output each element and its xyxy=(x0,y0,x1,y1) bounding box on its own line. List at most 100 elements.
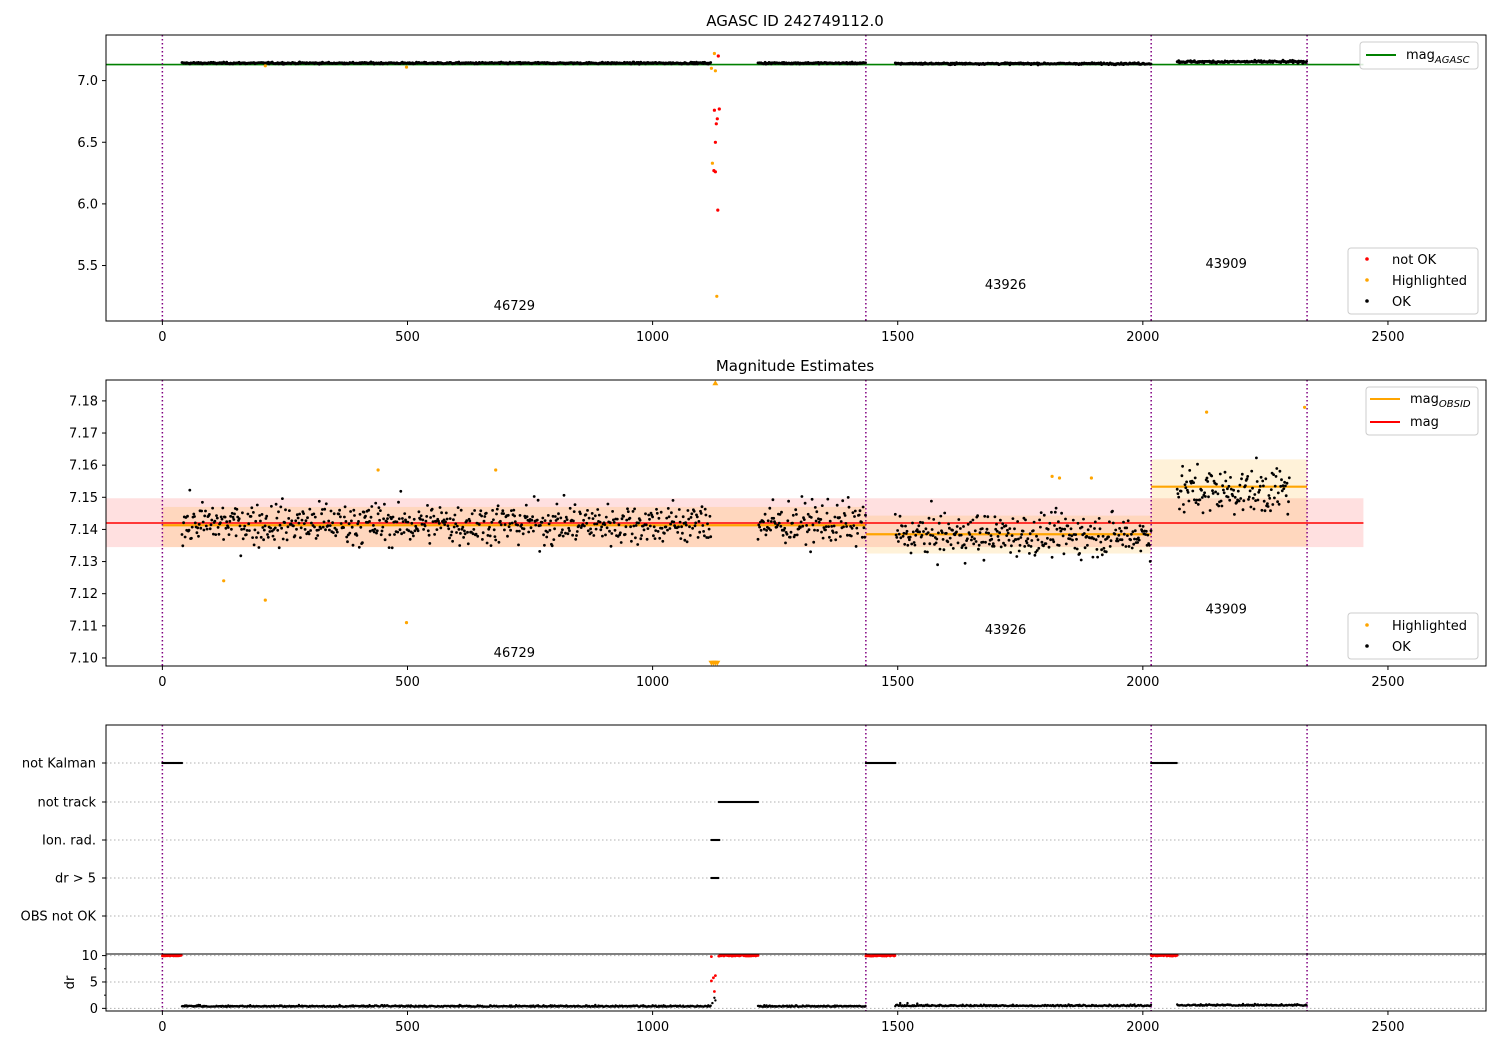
ok-point xyxy=(564,515,568,519)
legend-marker xyxy=(1365,257,1369,261)
ok-point xyxy=(513,514,516,518)
obsid-label: 43926 xyxy=(985,623,1026,638)
ok-point xyxy=(702,530,705,533)
ok-point xyxy=(930,499,933,503)
ok-point xyxy=(709,535,713,539)
y-tick-label: 7.13 xyxy=(69,555,98,570)
ok-point xyxy=(955,530,958,534)
ok-point xyxy=(791,521,794,525)
ok-point xyxy=(972,542,976,546)
ok-point xyxy=(193,521,197,525)
ok-point xyxy=(217,532,221,536)
ok-point xyxy=(1030,539,1034,542)
legend-label-text: not OK xyxy=(1392,253,1437,268)
ok-point xyxy=(249,515,253,518)
ok-point xyxy=(518,514,522,517)
ok-point xyxy=(838,516,841,519)
ok-point xyxy=(918,530,921,534)
ok-point xyxy=(1200,496,1204,499)
ok-point xyxy=(568,506,572,510)
ok-point xyxy=(534,523,538,527)
ok-point xyxy=(370,505,374,508)
ok-point xyxy=(419,517,422,521)
ok-point xyxy=(271,534,275,538)
ok-point xyxy=(1263,509,1267,513)
ok-point xyxy=(1050,510,1053,514)
ok-point xyxy=(555,502,559,506)
ok-point xyxy=(763,512,767,516)
ok-point xyxy=(698,530,702,534)
ok-point xyxy=(984,540,987,544)
ok-point xyxy=(619,541,623,544)
ok-point xyxy=(795,513,798,516)
x-tick-label: 500 xyxy=(395,675,420,690)
ok-point xyxy=(615,517,619,521)
ok-point xyxy=(1033,553,1037,557)
ok-point xyxy=(412,517,416,521)
ok-point xyxy=(246,512,250,516)
ok-point xyxy=(583,524,586,528)
ok-point xyxy=(1246,475,1250,478)
ok-point xyxy=(677,525,680,529)
ok-point xyxy=(824,528,827,532)
x-tick-label: 2500 xyxy=(1371,675,1404,690)
ok-point xyxy=(646,527,650,530)
ok-point xyxy=(497,540,501,544)
flag-point xyxy=(756,800,760,804)
ok-point xyxy=(1283,480,1286,484)
ok-point xyxy=(1282,487,1286,490)
ok-point xyxy=(266,535,270,539)
ok-point xyxy=(831,531,835,534)
ok-point xyxy=(969,520,972,524)
ok-point xyxy=(1211,489,1214,493)
ok-point xyxy=(564,531,567,535)
ok-point xyxy=(828,519,832,523)
ok-point xyxy=(395,520,399,524)
y-tick-label: 10 xyxy=(81,949,98,964)
ok-point xyxy=(704,513,708,517)
highlighted-point xyxy=(715,294,719,298)
ok-point xyxy=(490,520,494,524)
ok-point xyxy=(284,508,287,512)
ok-point xyxy=(1089,524,1092,528)
ok-point xyxy=(1226,487,1229,491)
ok-point xyxy=(997,538,1001,542)
ok-point xyxy=(426,504,429,507)
ok-point xyxy=(1284,484,1287,488)
ok-point xyxy=(1108,520,1111,524)
ok-point xyxy=(674,515,678,518)
ok-point xyxy=(226,526,230,529)
ok-point xyxy=(1224,479,1228,483)
ok-point xyxy=(1046,527,1050,531)
ok-point xyxy=(215,514,218,517)
ok-point xyxy=(539,524,542,527)
ok-point xyxy=(298,512,301,516)
ok-point xyxy=(1196,503,1200,506)
ok-point xyxy=(683,538,687,542)
ok-point xyxy=(420,522,424,526)
ok-point xyxy=(419,514,423,518)
ok-point xyxy=(357,545,361,549)
ok-point xyxy=(1102,546,1106,550)
ok-point xyxy=(313,515,317,519)
ok-point xyxy=(809,550,812,554)
ok-point xyxy=(1206,480,1210,483)
ok-point xyxy=(1280,478,1283,482)
ok-point xyxy=(700,505,704,509)
ok-point xyxy=(835,531,838,534)
highlighted-point xyxy=(1205,410,1209,414)
ok-point xyxy=(481,531,485,535)
ok-point xyxy=(200,509,204,513)
ok-point xyxy=(277,546,281,550)
ok-point xyxy=(1260,508,1264,512)
ok-point xyxy=(814,519,818,523)
ok-point xyxy=(568,529,571,533)
ok-point xyxy=(626,507,629,511)
ok-point xyxy=(1019,536,1023,539)
ok-point xyxy=(769,520,773,523)
ok-point xyxy=(644,523,648,527)
ok-point xyxy=(195,531,199,535)
ok-point xyxy=(604,515,608,519)
ok-point xyxy=(896,529,899,532)
ok-point xyxy=(612,521,616,524)
